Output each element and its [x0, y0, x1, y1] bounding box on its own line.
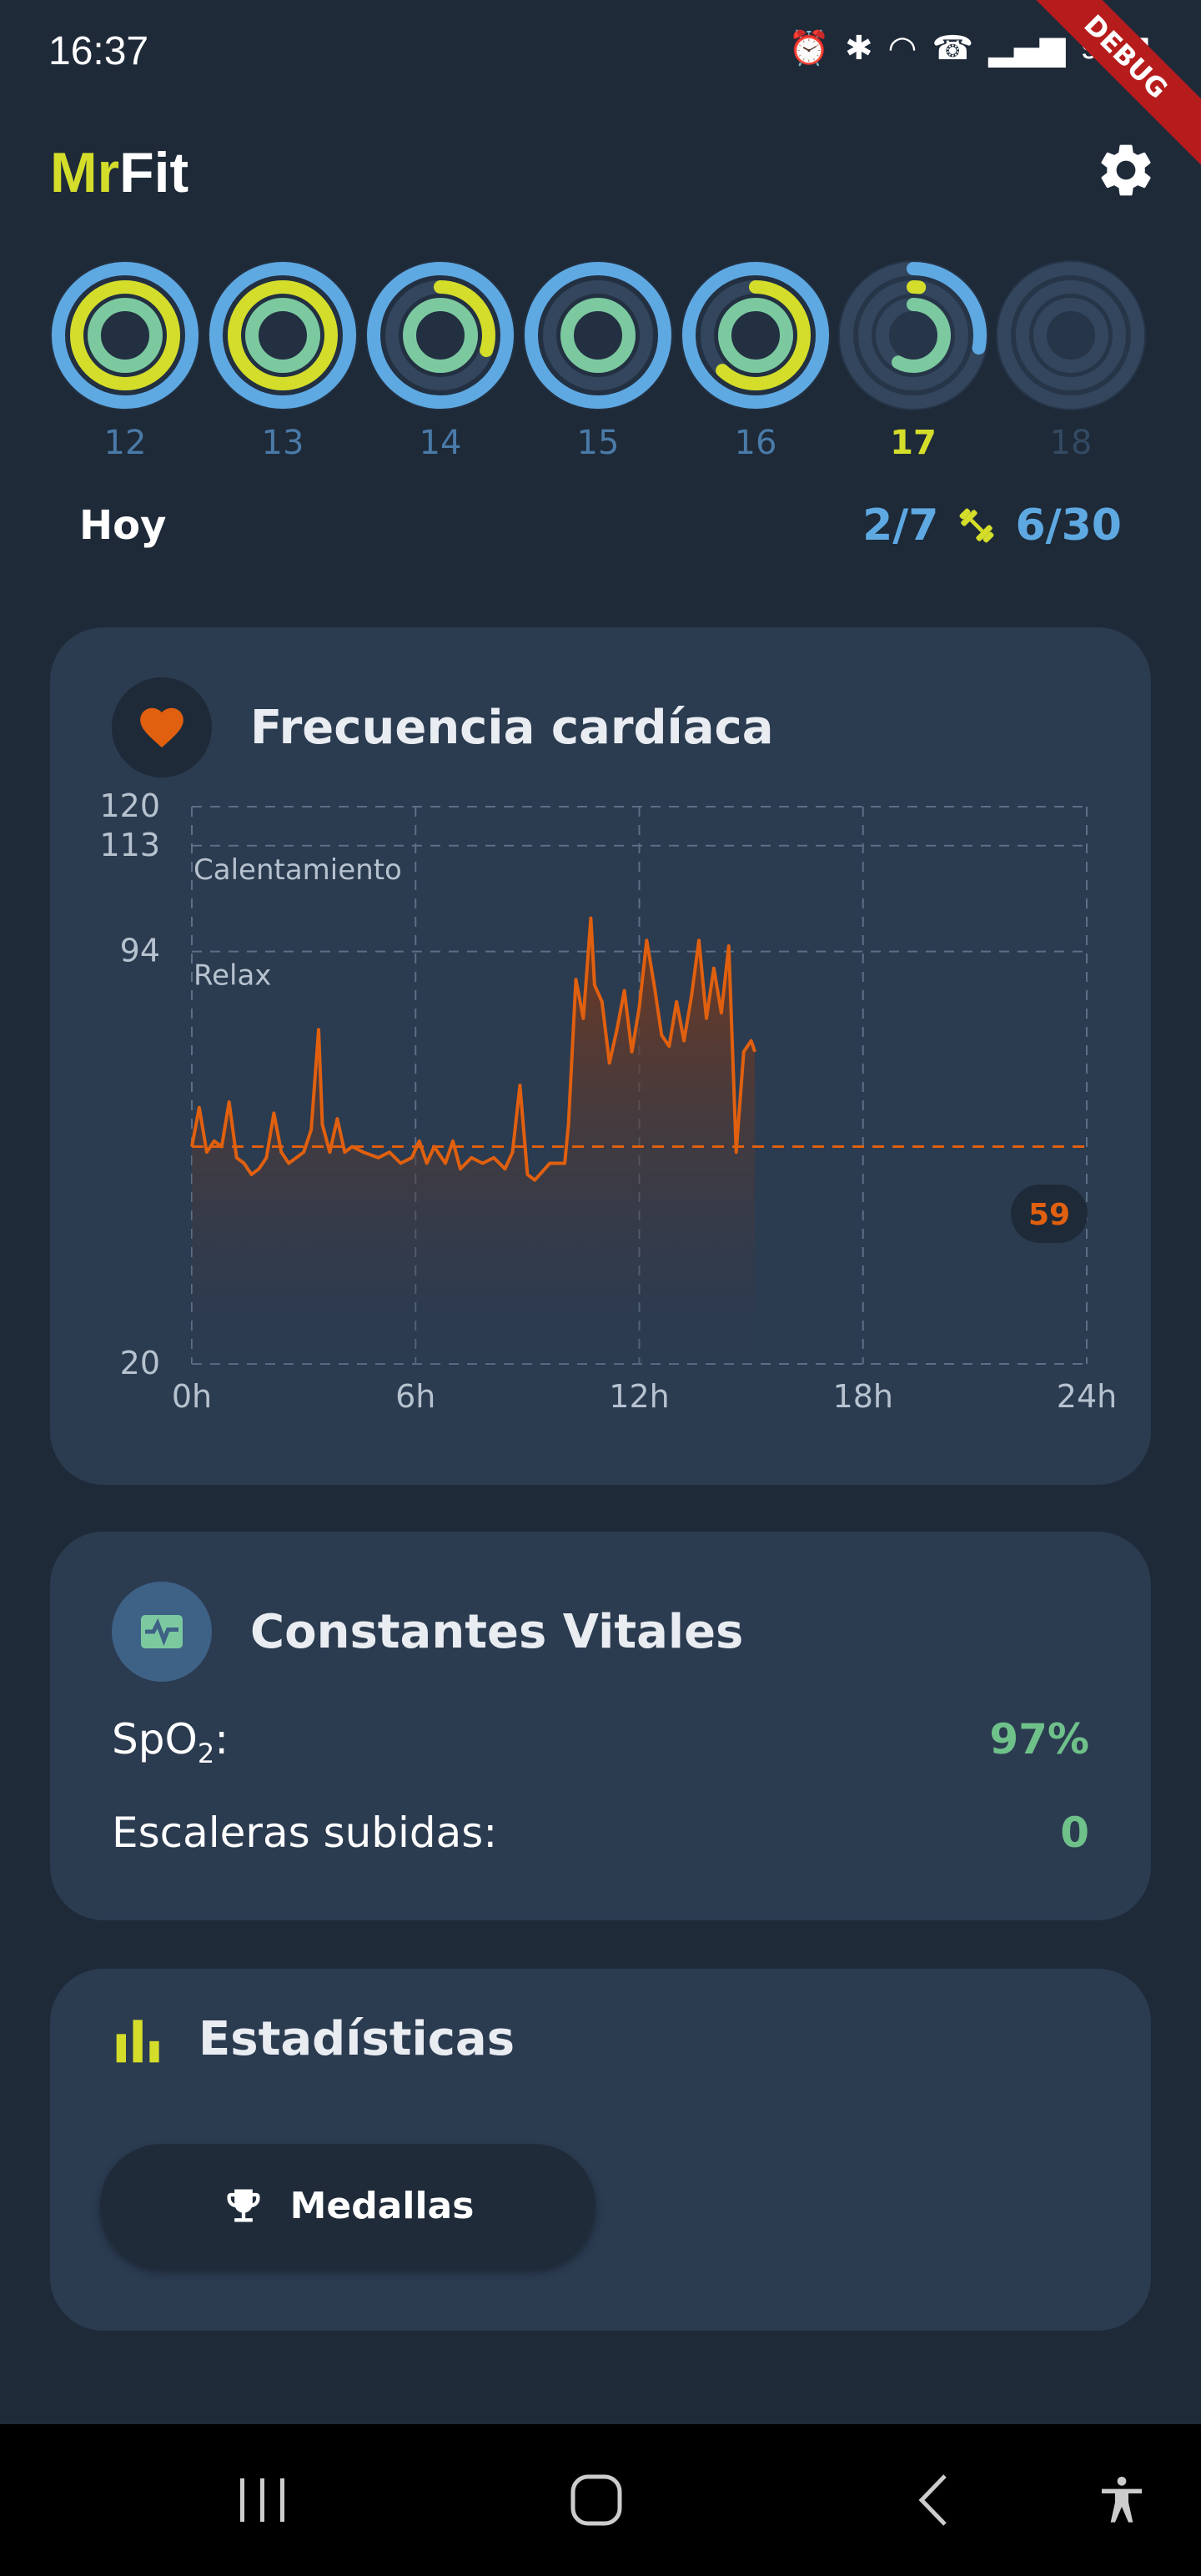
y-tick-label: 113	[99, 827, 160, 863]
current-hr-value: 59	[1028, 1198, 1070, 1232]
activity-rings	[365, 260, 515, 410]
statistics-title: Estadísticas	[198, 2011, 515, 2066]
accessibility-icon	[1102, 2477, 1142, 2523]
day-ring-18[interactable]: 18	[994, 259, 1148, 467]
vitals-title: Constantes Vitales	[250, 1604, 744, 1659]
bluetooth-icon: ✱	[844, 28, 873, 68]
x-tick-label: 24h	[1057, 1378, 1117, 1415]
x-tick-label: 18h	[833, 1378, 893, 1415]
activity-rings	[50, 260, 200, 410]
monitor-heart-icon	[112, 1582, 212, 1682]
settings-button[interactable]	[1094, 138, 1158, 202]
recent-apps-button[interactable]	[217, 2424, 309, 2576]
heart-rate-area	[192, 918, 756, 1364]
stairs-row: Escaleras subidas: 0	[112, 1809, 1089, 1857]
back-button[interactable]	[888, 2424, 980, 2576]
status-bar: 16:37 ⏰ ✱ ◠ ☎ ▂▄▆ 99 ▮ DEBUG	[0, 0, 1201, 168]
day-ring-13[interactable]: 13	[206, 259, 359, 467]
today-label: Hoy	[79, 502, 167, 549]
bar-chart-icon	[116, 2020, 159, 2063]
status-time: 16:37	[48, 29, 149, 73]
day-label: 14	[419, 424, 462, 462]
trophy-icon	[227, 2189, 260, 2222]
day-ring-12[interactable]: 12	[48, 259, 202, 467]
day-label: 17	[890, 424, 937, 462]
stairs-label: Escaleras subidas:	[112, 1809, 498, 1857]
zone-label: Calentamiento	[193, 853, 402, 887]
day-label: 13	[261, 424, 304, 462]
day-ring-15[interactable]: 15	[521, 259, 675, 467]
wifi-call-icon: ☎	[932, 28, 974, 68]
x-tick-label: 6h	[395, 1378, 435, 1415]
spo2-row: SpO2: 97%	[112, 1715, 1089, 1769]
x-tick-label: 0h	[172, 1378, 212, 1415]
brand-fit: Fit	[119, 141, 189, 204]
spo2-value: 97%	[989, 1715, 1089, 1763]
vitals-header: Constantes Vitales	[112, 1582, 743, 1682]
accessibility-button[interactable]	[1076, 2424, 1168, 2576]
back-icon	[918, 2474, 947, 2526]
recent-apps-icon	[240, 2478, 284, 2522]
day-ring-16[interactable]: 16	[679, 259, 832, 467]
day-ring-14[interactable]: 14	[364, 259, 517, 467]
goal-total: 6/30	[1015, 501, 1122, 551]
home-button[interactable]	[550, 2424, 642, 2576]
heart-rate-card[interactable]: Frecuencia cardíaca 20 94 113 120 0h 6h 12h 18h…	[50, 627, 1151, 1485]
statistics-header: Estadísticas	[112, 2010, 515, 2067]
medals-button[interactable]: Medallas	[100, 2144, 595, 2267]
x-tick-label: 12h	[609, 1378, 669, 1415]
home-icon	[570, 2474, 622, 2526]
spo2-label: SpO2:	[112, 1715, 229, 1769]
wifi-icon: ◠	[887, 28, 917, 68]
day-label: 12	[103, 424, 147, 462]
goal-summary: 2/7 6/30	[862, 501, 1122, 551]
y-tick-label: 94	[120, 933, 160, 969]
activity-rings	[523, 260, 673, 410]
activity-rings	[996, 260, 1146, 410]
medals-label: Medallas	[289, 2184, 475, 2227]
zone-label: Relax	[193, 959, 271, 993]
y-tick-label: 20	[120, 1345, 160, 1381]
stairs-value: 0	[1060, 1809, 1089, 1857]
heart-rate-chart: 20 94 113120 0h 6h 12h 18h 24h Calentamiento Rela…	[99, 787, 1117, 1415]
signal-icon: ▂▄▆	[988, 28, 1066, 68]
alarm-icon: ⏰	[788, 29, 830, 68]
activity-rings	[208, 260, 358, 410]
gear-icon	[1101, 144, 1151, 196]
day-label: 18	[1049, 424, 1093, 462]
statistics-card: Estadísticas Medallas	[50, 1969, 1151, 2331]
activity-rings	[681, 260, 831, 410]
y-tick-label: 120	[99, 787, 160, 824]
brand-mr: Mr	[50, 141, 120, 204]
dumbbell-icon	[959, 508, 994, 543]
week-rings: 12 13 14 15 16 17 18	[48, 259, 1158, 475]
day-label: 16	[734, 424, 777, 462]
day-label: 15	[576, 424, 620, 462]
day-ring-17[interactable]: 17	[837, 259, 990, 467]
system-nav-bar	[0, 2424, 1201, 2576]
goal-days: 2/7	[862, 501, 939, 551]
vitals-card[interactable]: Constantes Vitales SpO2: 97% Escaleras s…	[50, 1532, 1151, 1920]
activity-rings	[838, 260, 988, 410]
app-logo: MrFit	[50, 140, 188, 205]
